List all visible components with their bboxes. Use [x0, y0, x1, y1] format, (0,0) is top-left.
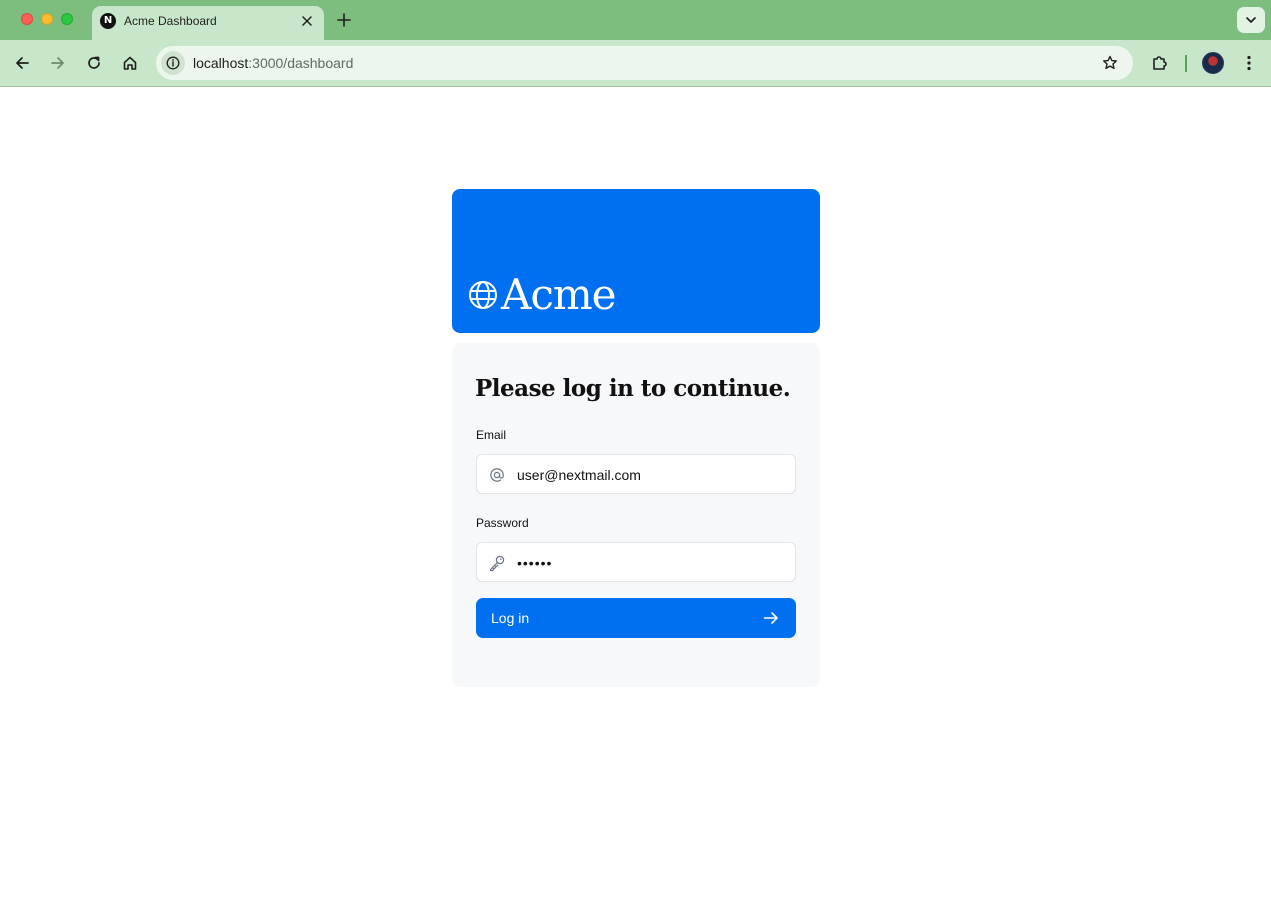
site-info-icon[interactable] — [161, 51, 185, 75]
window-maximize-button[interactable] — [61, 13, 73, 25]
url-host: localhost — [193, 55, 249, 71]
key-icon — [488, 554, 506, 572]
login-heading: Please log in to continue. — [475, 375, 791, 402]
acme-logo: Acme — [467, 270, 617, 319]
forward-icon[interactable] — [46, 51, 70, 75]
browser-toolbar: localhost:3000/dashboard — [0, 40, 1271, 87]
bookmark-star-icon[interactable] — [1101, 54, 1119, 72]
login-form: Please log in to continue. Email user@ne… — [452, 343, 820, 687]
profile-avatar[interactable] — [1202, 52, 1224, 74]
browser-tab[interactable]: N Acme Dashboard — [92, 6, 324, 40]
email-label: Email — [476, 428, 507, 442]
browser-chrome: N Acme Dashboard localhost:3000/dashboar… — [0, 0, 1271, 87]
login-container: Acme Please log in to continue. Email us… — [452, 189, 820, 687]
tab-strip: N Acme Dashboard — [0, 0, 1271, 40]
new-tab-icon[interactable] — [334, 10, 354, 30]
window-close-button[interactable] — [21, 13, 33, 25]
tab-title: Acme Dashboard — [124, 14, 217, 28]
url-path: :3000/dashboard — [248, 55, 354, 71]
password-label: Password — [476, 516, 529, 530]
login-button-label: Log in — [491, 610, 530, 626]
email-value: user@nextmail.com — [517, 467, 641, 483]
login-button[interactable]: Log in — [476, 598, 796, 638]
brand-name: Acme — [501, 270, 617, 319]
globe-icon — [469, 281, 497, 309]
menu-icon[interactable] — [1237, 51, 1261, 75]
tab-favicon-icon: N — [100, 13, 116, 29]
at-sign-icon — [488, 466, 506, 484]
password-value: •••••• — [517, 555, 553, 571]
extensions-icon[interactable] — [1148, 51, 1172, 75]
back-icon[interactable] — [10, 51, 34, 75]
toolbar-divider — [1185, 55, 1187, 72]
url-text[interactable]: localhost:3000/dashboard — [193, 55, 353, 71]
arrow-right-icon — [763, 612, 778, 624]
tab-search-chevron-icon[interactable] — [1237, 7, 1265, 33]
address-bar[interactable]: localhost:3000/dashboard — [156, 46, 1133, 80]
brand-header: Acme — [452, 189, 820, 333]
email-field[interactable]: user@nextmail.com — [476, 454, 796, 494]
password-field[interactable]: •••••• — [476, 542, 796, 582]
home-icon[interactable] — [118, 51, 142, 75]
reload-icon[interactable] — [82, 51, 106, 75]
window-minimize-button[interactable] — [41, 13, 53, 25]
tab-close-icon[interactable] — [298, 12, 316, 30]
